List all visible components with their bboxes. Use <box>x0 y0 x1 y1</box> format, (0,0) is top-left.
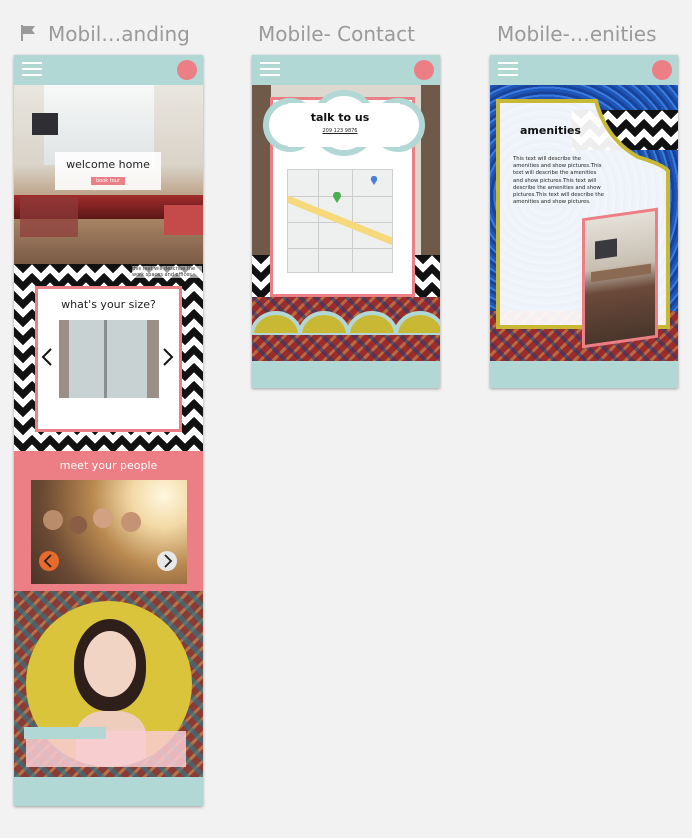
artboard-contact[interactable]: talk to us 209 123 9876 <box>252 55 440 388</box>
hero-card: welcome home book tour <box>55 152 161 190</box>
footer-bar <box>252 361 440 388</box>
profile-dot[interactable] <box>414 60 434 80</box>
chevron-left-icon[interactable] <box>41 347 53 367</box>
book-tour-button[interactable]: book tour <box>91 177 125 185</box>
people-section: meet your people <box>14 451 203 591</box>
map-pin-icon <box>370 176 378 185</box>
footer-bar <box>14 777 203 806</box>
hamburger-icon[interactable] <box>22 62 42 77</box>
hamburger-icon[interactable] <box>260 62 280 77</box>
footer-bar <box>490 361 678 388</box>
frame-label-landing[interactable]: Mobil…anding <box>48 22 190 46</box>
side-text: this text will describe the work spaces … <box>132 266 202 278</box>
top-bar <box>490 55 678 85</box>
hero-title: welcome home <box>66 158 150 171</box>
frame-label-contact[interactable]: Mobile- Contact <box>258 22 415 46</box>
chevron-right-icon[interactable] <box>162 347 174 367</box>
contact-phone[interactable]: 209 123 9876 <box>292 128 388 134</box>
carousel-next-icon[interactable] <box>156 550 178 572</box>
portrait-overlay-teal <box>24 727 106 739</box>
top-bar <box>14 55 203 85</box>
artboard-landing[interactable]: welcome home book tour this text will de… <box>14 55 203 806</box>
top-bar <box>252 55 440 85</box>
hamburger-icon[interactable] <box>498 62 518 77</box>
people-title: meet your people <box>59 459 158 472</box>
amenities-photo <box>582 207 658 349</box>
frame-label-amenities[interactable]: Mobile-…enities <box>497 22 656 46</box>
profile-dot[interactable] <box>652 60 672 80</box>
size-title: what's your size? <box>61 298 156 311</box>
carousel-prev-icon[interactable] <box>38 550 60 572</box>
title-cloud <box>263 90 425 156</box>
map[interactable] <box>287 169 393 273</box>
artboard-amenities[interactable]: amenities This text will describe the am… <box>490 55 678 388</box>
profile-dot[interactable] <box>177 60 197 80</box>
scallop-band <box>252 311 440 335</box>
map-pin-icon <box>333 192 341 203</box>
contact-title: talk to us <box>310 111 370 124</box>
office-image <box>59 320 159 398</box>
flag-icon <box>21 25 35 41</box>
amenities-title: amenities <box>520 124 581 137</box>
amenities-body: This text will describe the amenities an… <box>513 156 604 206</box>
size-card: what's your size? <box>35 286 182 432</box>
